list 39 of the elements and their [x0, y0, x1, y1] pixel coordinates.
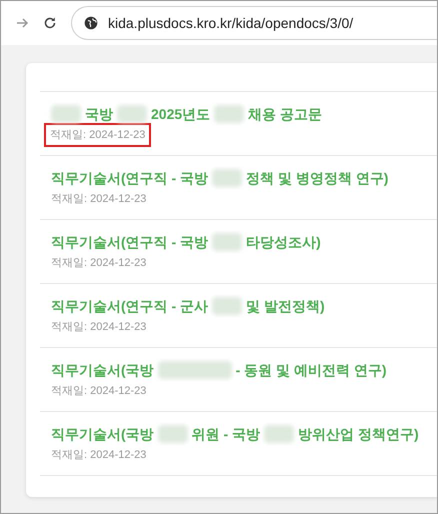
title-text: 직무기술서(국방 — [51, 425, 154, 444]
blurred-patch — [214, 105, 244, 123]
blurred-patch — [158, 425, 188, 443]
title-text: 채용 공고문 — [248, 105, 322, 124]
title-text: 정책 및 병영정책 연구) — [246, 169, 388, 188]
title-text: 직무기술서(국방 — [51, 361, 154, 380]
title-text: 직무기술서(연구직 - 국방 — [51, 233, 208, 252]
title-text: 직무기술서(연구직 - 국방 — [51, 169, 208, 188]
title-text: 2025년도 — [151, 105, 210, 124]
upload-date: 적재일: 2024-12-23 — [46, 125, 150, 145]
document-title-link[interactable]: 국방 2025년도 채용 공고문 — [51, 104, 437, 124]
upload-date: 적재일: 2024-12-23 — [51, 192, 146, 206]
document-title-link[interactable]: 직무기술서(연구직 - 국방 정책 및 병영정책 연구) — [51, 168, 437, 188]
url-text: kida.plusdocs.kro.kr/kida/opendocs/3/0/ — [108, 14, 354, 33]
forward-arrow-icon[interactable] — [15, 16, 29, 30]
blurred-patch — [212, 297, 242, 315]
upload-date: 적재일: 2024-12-23 — [51, 256, 146, 270]
upload-date: 적재일: 2024-12-23 — [51, 320, 146, 334]
title-text: 방위산업 정책연구) — [298, 425, 419, 444]
document-title-link[interactable]: 직무기술서(국방 위원 - 국방 방위산업 정책연구) — [51, 424, 437, 444]
title-text: - 동원 및 예비전력 연구) — [236, 361, 387, 380]
document-title-link[interactable]: 직무기술서(국방 - 동원 및 예비전력 연구) — [51, 360, 437, 380]
upload-date: 적재일: 2024-12-23 — [51, 384, 146, 398]
title-text: 직무기술서(연구직 - 군사 — [51, 297, 208, 316]
document-title-link[interactable]: 직무기술서(연구직 - 국방 타당성조사) — [51, 232, 437, 252]
title-text: 및 발전정책) — [246, 297, 325, 316]
title-text: 위원 - 국방 — [192, 425, 260, 444]
blurred-patch — [51, 105, 81, 123]
address-bar[interactable]: kida.plusdocs.kro.kr/kida/opendocs/3/0/ — [71, 6, 437, 40]
title-text: 타당성조사) — [246, 233, 321, 252]
globe-icon — [84, 16, 98, 30]
document-title-link[interactable]: 직무기술서(연구직 - 군사 및 발전정책) — [51, 296, 437, 316]
reload-icon[interactable] — [43, 16, 57, 30]
blurred-patch — [117, 105, 147, 123]
title-text: 국방 — [85, 105, 113, 124]
blurred-patch — [212, 169, 242, 187]
blurred-patch — [264, 425, 294, 443]
blurred-patch — [212, 233, 242, 251]
upload-date: 적재일: 2024-12-23 — [51, 448, 146, 462]
